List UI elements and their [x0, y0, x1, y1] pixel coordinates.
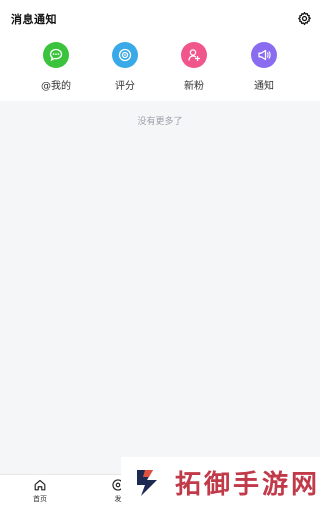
- target-icon: [112, 42, 138, 68]
- category-mentions[interactable]: @我的: [26, 42, 86, 98]
- empty-state-text: 没有更多了: [137, 117, 183, 127]
- category-new-followers[interactable]: 新粉: [164, 42, 224, 98]
- category-label: 评分: [115, 81, 135, 92]
- home-icon: [34, 479, 46, 491]
- watermark-text: 拓御手游网: [175, 469, 320, 500]
- category-label: @我的: [41, 81, 71, 92]
- megaphone-icon: [251, 42, 277, 68]
- new-follower-icon: [181, 42, 207, 68]
- watermark-overlay: 拓御手游网: [121, 457, 320, 507]
- settings-button[interactable]: [295, 9, 313, 27]
- category-ratings[interactable]: 评分: [95, 42, 155, 98]
- tab-label: 首页: [33, 495, 47, 503]
- category-label: 通知: [254, 81, 274, 92]
- tab-home[interactable]: 首页: [20, 478, 60, 506]
- category-notifications[interactable]: 通知: [234, 42, 294, 98]
- header-bar: 消息通知: [0, 0, 320, 38]
- page-title: 消息通知: [11, 13, 57, 26]
- gear-icon: [297, 11, 311, 25]
- brand-logo: [137, 470, 157, 496]
- category-row: @我的 评分 新粉 通知: [0, 38, 320, 101]
- category-label: 新粉: [184, 81, 204, 92]
- chat-bubble-icon: [43, 42, 69, 68]
